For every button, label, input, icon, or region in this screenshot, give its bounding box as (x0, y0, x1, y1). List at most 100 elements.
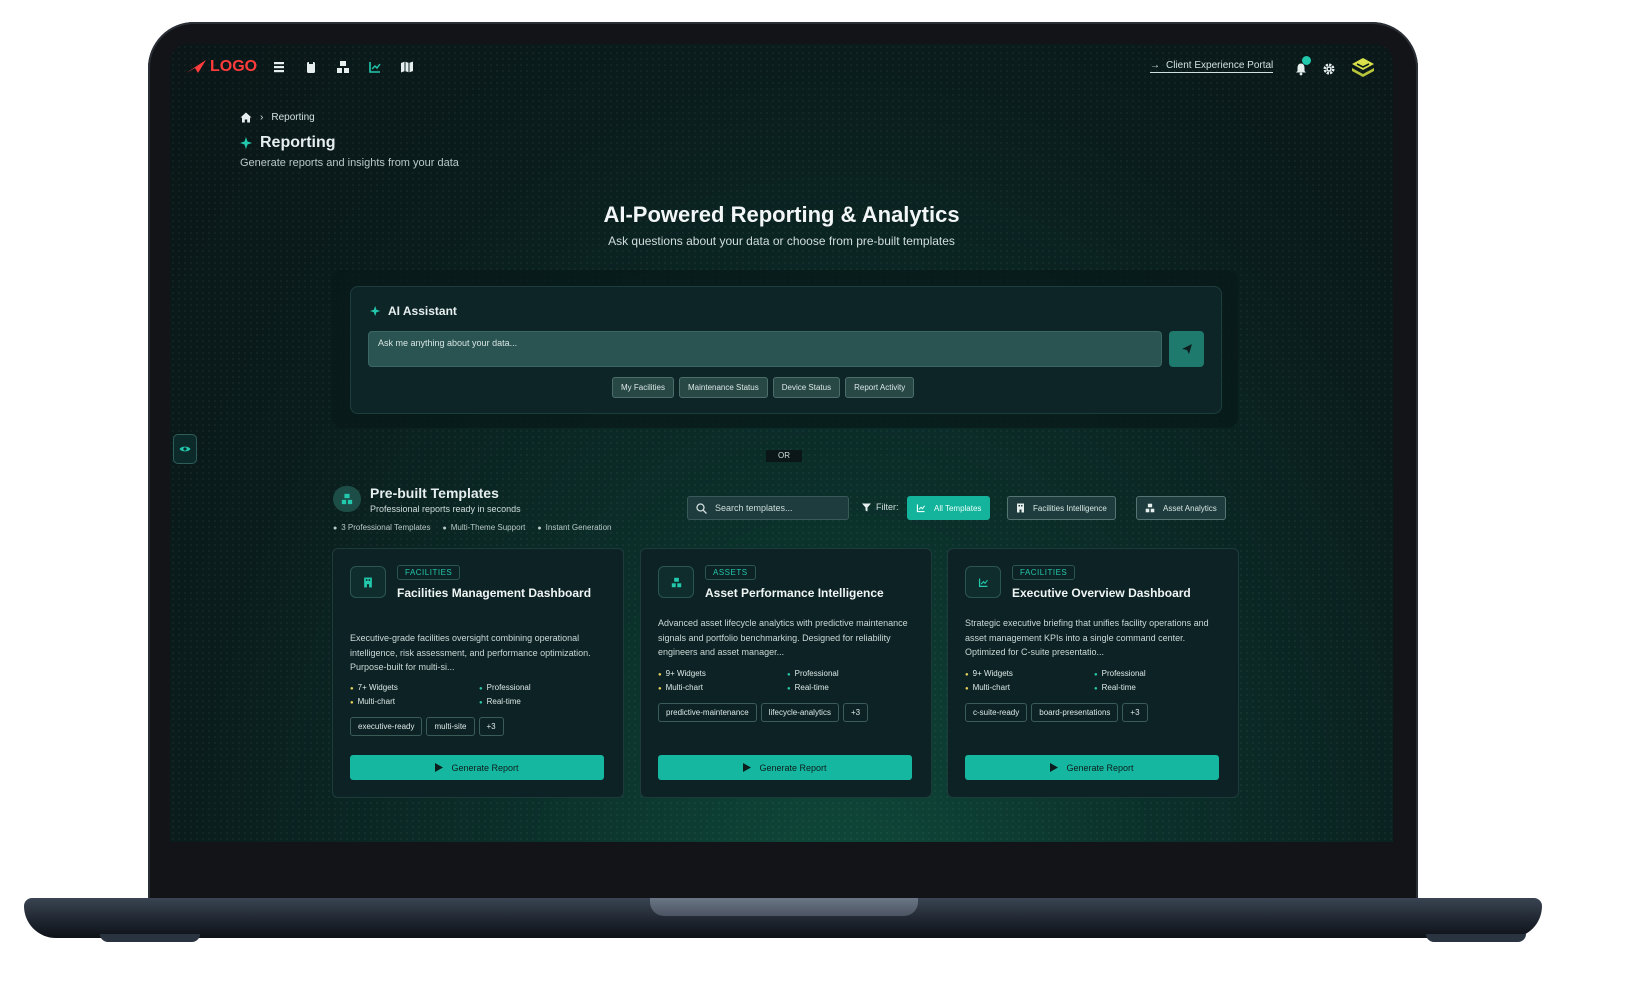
sparkle-icon (370, 305, 381, 317)
map-icon[interactable] (400, 60, 414, 74)
page-title-text: Reporting (260, 134, 336, 151)
feature-professional: Professional (1094, 669, 1223, 678)
feature-multi-chart: Multi-chart (350, 697, 479, 706)
feature-real-time: Real-time (1094, 683, 1223, 692)
breadcrumb: › Reporting (240, 112, 315, 123)
card-tags: executive-ready multi-site +3 (350, 717, 504, 736)
feature-widgets: 9+ Widgets (658, 669, 787, 678)
tag-more[interactable]: +3 (842, 703, 869, 722)
card-tags: predictive-maintenance lifecycle-analyti… (658, 703, 869, 722)
chip-report-activity[interactable]: Report Activity (845, 377, 915, 398)
chip-device-status[interactable]: Device Status (772, 377, 841, 398)
side-panel-toggle[interactable] (173, 434, 197, 464)
tag-more[interactable]: +3 (478, 717, 504, 736)
generate-report-button[interactable]: Generate Report (965, 755, 1219, 780)
filter-asset-label: Asset Analytics (1163, 503, 1217, 513)
client-portal-link[interactable]: → Client Experience Portal (1150, 60, 1274, 73)
asset-icon[interactable] (336, 60, 350, 74)
card-icon-badge (350, 566, 386, 598)
search-placeholder: Search templates... (715, 503, 793, 513)
main-nav (272, 60, 414, 74)
filter-label: Filter: (862, 502, 899, 512)
laptop-foot (100, 934, 200, 942)
feature-widgets: 7+ Widgets (350, 683, 479, 692)
template-search-input[interactable]: Search templates... (687, 496, 849, 520)
card-description: Strategic executive briefing that unifie… (965, 618, 1209, 657)
templates-icon-badge (333, 486, 361, 512)
chart-icon (916, 504, 925, 513)
template-card-facilities-management[interactable]: FACILITIES Facilities Management Dashboa… (332, 548, 624, 798)
notifications-button[interactable] (1294, 56, 1311, 76)
ai-assistant-title: AI Assistant (388, 304, 457, 318)
send-button[interactable] (1169, 331, 1204, 367)
card-title: Asset Performance Intelligence (705, 586, 884, 600)
logo[interactable]: LOGO (186, 58, 257, 76)
notification-dot (1302, 56, 1311, 65)
tag[interactable]: c-suite-ready (965, 703, 1028, 722)
generate-report-label: Generate Report (1066, 762, 1134, 773)
laptop-foot (1426, 934, 1526, 942)
chip-maintenance-status[interactable]: Maintenance Status (679, 377, 768, 398)
templates-meta: 3 Professional Templates Multi-Theme Sup… (333, 523, 611, 532)
filter-label-text: Filter: (876, 502, 899, 512)
card-tags: c-suite-ready board-presentations +3 (965, 703, 1148, 722)
filter-all-label: All Templates (934, 503, 982, 513)
home-icon[interactable] (240, 112, 252, 123)
arrow-right-icon: → (1150, 60, 1160, 71)
feature-professional: Professional (787, 669, 916, 678)
generate-report-button[interactable]: Generate Report (350, 755, 604, 780)
card-icon-badge (658, 566, 694, 598)
meta-multi-theme: Multi-Theme Support (442, 523, 526, 532)
hero-title: AI-Powered Reporting & Analytics (603, 202, 960, 227)
card-description: Executive-grade facilities oversight com… (350, 633, 591, 672)
feature-real-time: Real-time (787, 683, 916, 692)
send-icon (1181, 344, 1192, 354)
page-title: Reporting (240, 134, 336, 152)
funnel-icon (862, 503, 871, 511)
chart-icon (978, 578, 988, 587)
app-screen: LOGO → Client Experience Portal › Report… (170, 44, 1393, 842)
tag-more[interactable]: +3 (1122, 703, 1148, 722)
logo-text: LOGO (210, 58, 258, 75)
meta-template-count: 3 Professional Templates (333, 523, 430, 532)
tag[interactable]: multi-site (426, 717, 475, 736)
breadcrumb-current: Reporting (271, 112, 315, 123)
brand-badge-icon[interactable] (1350, 56, 1376, 82)
building-icon (1017, 503, 1024, 513)
template-card-executive-overview[interactable]: FACILITIES Executive Overview Dashboard … (947, 548, 1239, 798)
gear-icon[interactable] (1322, 62, 1336, 76)
templates-title: Pre-built Templates (370, 485, 499, 501)
card-category-badge: ASSETS (705, 565, 756, 580)
feature-professional: Professional (479, 683, 608, 692)
feature-multi-chart: Multi-chart (965, 683, 1094, 692)
page-subtitle: Generate reports and insights from your … (240, 157, 459, 169)
chart-icon[interactable] (368, 60, 382, 74)
logo-plane-icon (186, 60, 206, 73)
list-icon[interactable] (272, 60, 286, 74)
meta-instant-generation: Instant Generation (537, 523, 612, 532)
top-right-actions (1294, 56, 1376, 82)
or-divider: OR (766, 450, 802, 462)
templates-subtitle: Professional reports ready in seconds (370, 504, 521, 514)
feature-multi-chart: Multi-chart (658, 683, 787, 692)
card-title: Facilities Management Dashboard (397, 586, 592, 600)
ai-question-input[interactable]: Ask me anything about your data... (368, 331, 1162, 367)
filter-asset-analytics[interactable]: Asset Analytics (1136, 496, 1226, 520)
filter-facilities-intelligence[interactable]: Facilities Intelligence (1007, 496, 1116, 520)
filter-facilities-label: Facilities Intelligence (1033, 503, 1107, 513)
chip-my-facilities[interactable]: My Facilities (612, 377, 675, 398)
card-title: Executive Overview Dashboard (1012, 586, 1191, 600)
clipboard-icon[interactable] (304, 60, 318, 74)
tag[interactable]: executive-ready (350, 717, 423, 736)
filter-all-templates[interactable]: All Templates (907, 496, 991, 520)
asset-icon (341, 493, 353, 505)
client-portal-label: Client Experience Portal (1166, 60, 1274, 71)
tag[interactable]: predictive-maintenance (658, 703, 757, 722)
card-description: Advanced asset lifecycle analytics with … (658, 618, 908, 657)
template-card-asset-performance[interactable]: ASSETS Asset Performance Intelligence Ad… (640, 548, 932, 798)
laptop-hinge-notch (650, 898, 918, 916)
search-icon (696, 502, 707, 514)
tag[interactable]: board-presentations (1031, 703, 1119, 722)
generate-report-button[interactable]: Generate Report (658, 755, 912, 780)
tag[interactable]: lifecycle-analytics (760, 703, 839, 722)
